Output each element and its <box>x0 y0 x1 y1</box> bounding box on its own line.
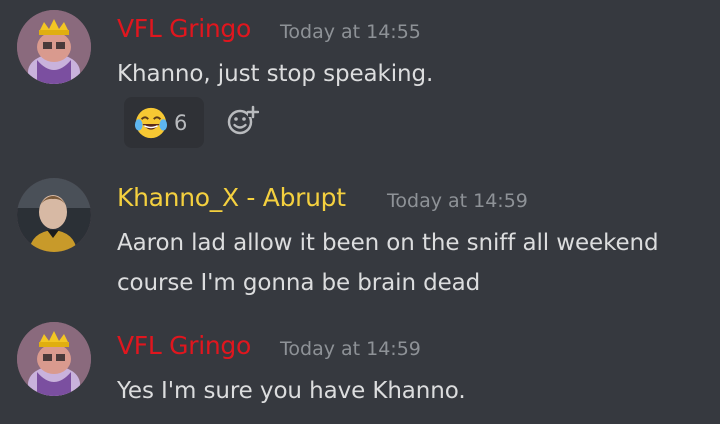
joy-emoji-icon <box>134 107 168 138</box>
reaction-button[interactable]: 6 <box>124 97 204 148</box>
message-timestamp: Today at 14:59 <box>387 190 528 212</box>
message-author[interactable]: VFL Gringo <box>117 14 251 43</box>
avatar[interactable] <box>17 10 91 84</box>
football-player-avatar-icon <box>17 178 91 252</box>
message-author[interactable]: VFL Gringo <box>117 331 251 360</box>
message-text: Aaron lad allow it been on the sniff all… <box>117 230 659 256</box>
message-timestamp: Today at 14:55 <box>280 21 421 43</box>
avatar[interactable] <box>17 178 91 252</box>
avatar[interactable] <box>17 322 91 396</box>
crowned-cartoon-avatar-icon <box>17 322 91 396</box>
message-text: Khanno, just stop speaking. <box>117 61 434 87</box>
chat-message-list: VFL Gringo Today at 14:55 Khanno, just s… <box>0 0 720 424</box>
reaction-count: 6 <box>174 110 188 135</box>
crowned-cartoon-avatar-icon <box>17 10 91 84</box>
add-reaction-icon[interactable] <box>225 103 259 137</box>
message-timestamp: Today at 14:59 <box>280 338 421 360</box>
message-author[interactable]: Khanno_X - Abrupt <box>117 183 346 212</box>
message-text: Yes I'm sure you have Khanno. <box>117 378 466 404</box>
message-text: course I'm gonna be brain dead <box>117 270 481 296</box>
